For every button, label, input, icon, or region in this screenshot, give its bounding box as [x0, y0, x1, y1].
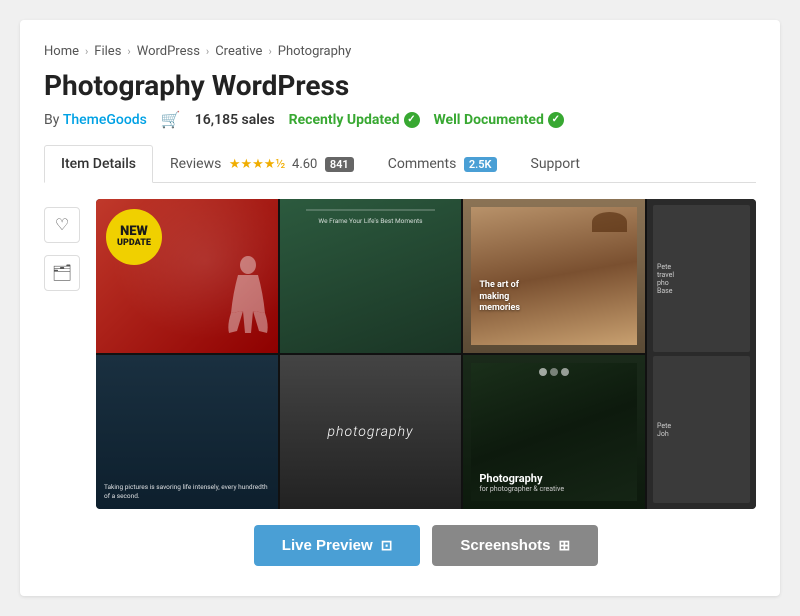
review-count-badge: 841	[325, 157, 354, 172]
breadcrumb-sep-2: ›	[127, 45, 130, 58]
favorite-button[interactable]: ♡	[44, 207, 80, 243]
action-buttons: Live Preview ⊡ Screenshots ⊞	[96, 525, 756, 566]
sidebar-icons: ♡ 🗂	[44, 199, 80, 291]
by-label: By ThemeGoods	[44, 112, 147, 128]
tabs-row: Item Details Reviews ★★★★½ 4.60 841 Comm…	[44, 145, 756, 183]
live-preview-button[interactable]: Live Preview ⊡	[254, 525, 421, 566]
stars-icon: ★★★★½	[229, 157, 286, 172]
bottom-sub-text: for photographer & creative	[479, 485, 629, 493]
meta-row: By ThemeGoods 🛒 16,185 sales Recently Up…	[44, 110, 756, 129]
collage-cell-2: We Frame Your Life's Best Moments	[280, 199, 462, 353]
photography-text: photography	[327, 424, 413, 440]
tab-reviews[interactable]: Reviews ★★★★½ 4.60 841	[153, 145, 371, 183]
silhouette-icon	[223, 253, 273, 353]
recently-check-icon: ✓	[404, 112, 420, 128]
page-wrapper: Home › Files › WordPress › Creative › Ph…	[20, 20, 780, 596]
breadcrumb-creative[interactable]: Creative	[215, 44, 262, 59]
collage-cell-5: Taking pictures is savoring life intense…	[96, 355, 278, 509]
main-card: Home › Files › WordPress › Creative › Ph…	[20, 20, 780, 596]
content-area: ♡ 🗂 NEW UPDATE	[44, 199, 756, 566]
cart-icon: 🛒	[161, 110, 181, 129]
breadcrumb-sep-1: ›	[85, 45, 88, 58]
breadcrumb-sep-4: ›	[268, 45, 271, 58]
preview-image: NEW UPDATE	[96, 199, 756, 509]
side-item-1: Pete travel pho Base	[653, 205, 750, 352]
heart-icon: ♡	[55, 215, 69, 235]
breadcrumb: Home › Files › WordPress › Creative › Ph…	[44, 44, 756, 59]
collection-button[interactable]: 🗂	[44, 255, 80, 291]
image-icon: ⊞	[558, 537, 570, 554]
rating-value: 4.60	[292, 157, 317, 172]
documented-check-icon: ✓	[548, 112, 564, 128]
breadcrumb-files[interactable]: Files	[94, 44, 121, 59]
page-title: Photography WordPress	[44, 69, 756, 102]
collage-cell-1: NEW UPDATE	[96, 199, 278, 353]
breadcrumb-current: Photography	[278, 44, 351, 59]
preview-container: NEW UPDATE	[96, 199, 756, 566]
tab-item-details[interactable]: Item Details	[44, 145, 153, 183]
collage: NEW UPDATE	[96, 199, 756, 509]
breadcrumb-sep-3: ›	[206, 45, 209, 58]
monitor-icon: ⊡	[381, 537, 393, 554]
cell5-text: Taking pictures is savoring life intense…	[104, 483, 270, 501]
collage-cell-6: photography	[280, 355, 462, 509]
art-text: The art of making memories	[479, 280, 520, 315]
collage-cell-4: Pete travel pho Base Pete Joh	[647, 199, 756, 509]
badge-well-documented: Well Documented ✓	[434, 112, 564, 128]
comment-count-badge: 2.5K	[464, 157, 497, 172]
tab-support[interactable]: Support	[514, 145, 597, 183]
collage-cell-3: The art of making memories	[463, 199, 645, 353]
side-item-2: Pete Joh	[653, 356, 750, 503]
screenshots-button[interactable]: Screenshots ⊞	[432, 525, 598, 566]
breadcrumb-home[interactable]: Home	[44, 44, 79, 59]
author-link[interactable]: ThemeGoods	[63, 112, 147, 128]
sales-count: 16,185 sales	[195, 112, 275, 128]
collage-cell-7: Photography for photographer & creative	[463, 355, 645, 509]
breadcrumb-wordpress[interactable]: WordPress	[137, 44, 200, 59]
new-update-badge: NEW UPDATE	[106, 209, 162, 265]
cell2-text: We Frame Your Life's Best Moments	[318, 217, 422, 226]
folder-icon: 🗂	[52, 263, 72, 283]
badge-recently-updated: Recently Updated ✓	[289, 112, 420, 128]
tab-comments[interactable]: Comments 2.5K	[371, 145, 514, 183]
bottom-text: Photography	[479, 472, 629, 485]
